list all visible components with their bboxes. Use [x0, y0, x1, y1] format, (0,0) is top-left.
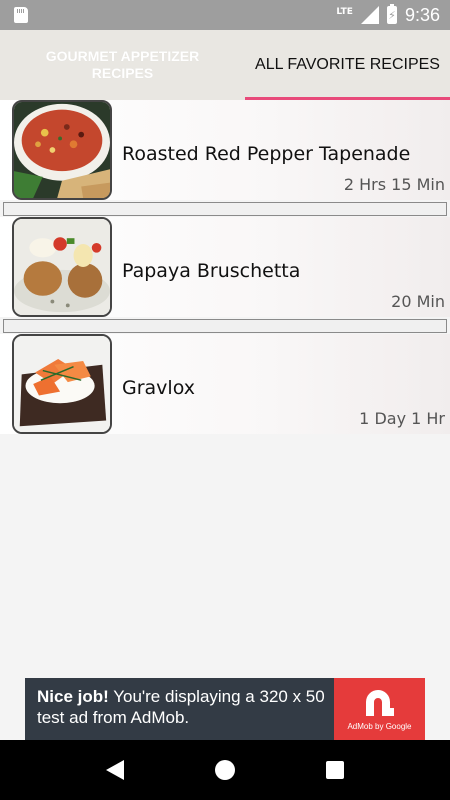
- recipe-title: Papaya Bruschetta: [122, 260, 301, 282]
- tab-label: GOURMET APPETIZER RECIPES: [45, 48, 200, 81]
- recipe-time: 1 Day 1 Hr: [359, 409, 445, 428]
- list-item[interactable]: Papaya Bruschetta 20 Min: [0, 217, 450, 317]
- tab-all-favorite-recipes[interactable]: ALL FAVORITE RECIPES: [245, 30, 450, 100]
- recipe-time: 20 Min: [391, 292, 445, 311]
- status-indicators: LTE ⚡ 9:36: [336, 4, 440, 26]
- tab-bar: GOURMET APPETIZER RECIPES ALL FAVORITE R…: [0, 30, 450, 100]
- recipe-time: 2 Hrs 15 Min: [343, 175, 445, 194]
- list-item[interactable]: Roasted Red Pepper Tapenade 2 Hrs 15 Min: [0, 100, 450, 200]
- admob-logo-icon: [365, 689, 394, 716]
- sd-card-icon: [14, 7, 28, 23]
- recipe-title: Roasted Red Pepper Tapenade: [122, 143, 411, 165]
- divider: [0, 200, 450, 217]
- clock: 9:36: [404, 4, 440, 25]
- favorite-recipes-list: Roasted Red Pepper Tapenade 2 Hrs 15 Min…: [0, 100, 450, 434]
- bruschetta-photo: [12, 217, 112, 317]
- ad-text: Nice job! You're displaying a 320 x 50 t…: [25, 678, 334, 740]
- tapenade-photo: [12, 100, 112, 200]
- recipe-details: Roasted Red Pepper Tapenade 2 Hrs 15 Min: [112, 100, 450, 200]
- status-bar: LTE ⚡ 9:36: [0, 0, 450, 30]
- recipe-title: Gravlox: [122, 377, 195, 399]
- gravlox-photo: [12, 334, 112, 434]
- list-item[interactable]: Gravlox 1 Day 1 Hr: [0, 334, 450, 434]
- recipe-details: Gravlox 1 Day 1 Hr: [112, 334, 450, 434]
- tab-gourmet-appetizer-recipes[interactable]: GOURMET APPETIZER RECIPES: [0, 30, 245, 100]
- tab-label: ALL FAVORITE RECIPES: [255, 56, 440, 73]
- system-nav-bar: [0, 740, 450, 800]
- battery-charging-icon: ⚡: [386, 4, 397, 24]
- ad-headline: Nice job!: [37, 687, 109, 706]
- admob-logo: AdMob by Google: [334, 678, 425, 740]
- network-type-label: LTE: [336, 6, 353, 17]
- divider: [0, 317, 450, 334]
- back-icon[interactable]: [105, 760, 124, 780]
- signal-icon: [360, 6, 379, 24]
- ad-logo-caption: AdMob by Google: [347, 721, 412, 731]
- recipe-details: Papaya Bruschetta 20 Min: [112, 217, 450, 317]
- recents-icon[interactable]: [326, 761, 345, 779]
- home-icon[interactable]: [214, 760, 235, 780]
- ad-banner[interactable]: Nice job! You're displaying a 320 x 50 t…: [25, 678, 425, 740]
